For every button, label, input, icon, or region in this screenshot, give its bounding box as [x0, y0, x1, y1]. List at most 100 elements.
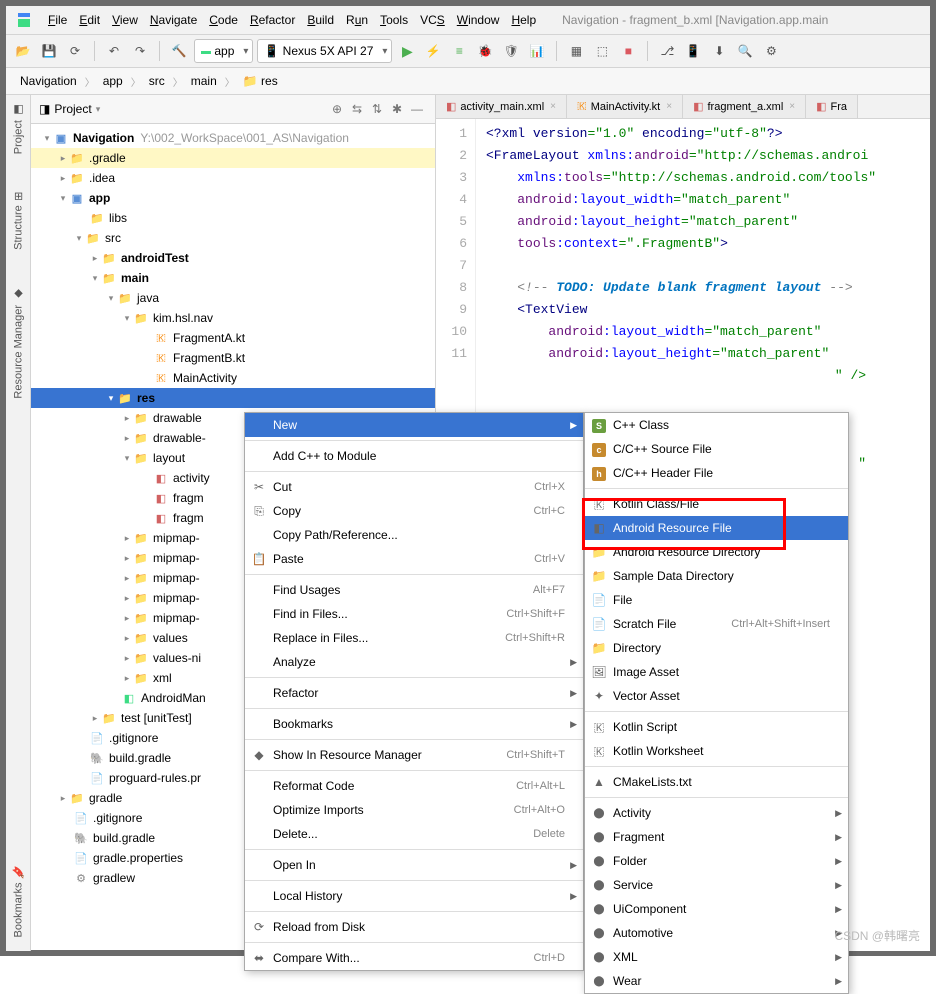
bc-2[interactable]: src [145, 72, 169, 90]
tree-mainact[interactable]: 🇰MainActivity [31, 368, 435, 388]
avd-icon[interactable]: 📱 [682, 40, 704, 62]
coverage-icon[interactable]: 🛡 [500, 40, 522, 62]
tree-root[interactable]: ▾▣NavigationY:\002_WorkSpace\001_AS\Navi… [31, 128, 435, 148]
sdk-icon[interactable]: ⬇ [708, 40, 730, 62]
sub-file[interactable]: 📄File [585, 588, 848, 612]
sub-cppclass[interactable]: SC++ Class [585, 413, 848, 437]
bc-3[interactable]: main [187, 72, 221, 90]
device-combo[interactable]: 📱 Nexus 5X API 27 [257, 39, 392, 63]
bc-4[interactable]: 📁 res [239, 72, 282, 90]
ctx-cut[interactable]: ✂CutCtrl+X [245, 475, 583, 499]
menu-view[interactable]: View [106, 11, 144, 29]
sub-aresfile[interactable]: ◧Android Resource File [585, 516, 848, 540]
sub-service[interactable]: ⬤Service▶ [585, 873, 848, 897]
ctx-reformat[interactable]: Reformat CodeCtrl+Alt+L [245, 774, 583, 798]
ctx-reload[interactable]: ⟳Reload from Disk [245, 915, 583, 939]
locate-icon[interactable]: ⊕ [327, 99, 347, 119]
sub-kws[interactable]: 🇰Kotlin Worksheet [585, 739, 848, 763]
sidetab-resmgr[interactable]: Resource Manager ◆ [10, 284, 27, 403]
tree-src[interactable]: ▾📁src [31, 228, 435, 248]
sub-sample[interactable]: 📁Sample Data Directory [585, 564, 848, 588]
ctx-analyze[interactable]: Analyze▶ [245, 650, 583, 674]
sub-scratch[interactable]: 📄Scratch FileCtrl+Alt+Shift+Insert [585, 612, 848, 636]
hammer-icon[interactable]: 🔨 [168, 40, 190, 62]
ctx-optimize[interactable]: Optimize ImportsCtrl+Alt+O [245, 798, 583, 822]
tree-java[interactable]: ▾📁java [31, 288, 435, 308]
sub-kscript[interactable]: 🇰Kotlin Script [585, 715, 848, 739]
tree-app[interactable]: ▾▣app [31, 188, 435, 208]
sub-cmake[interactable]: ▲CMakeLists.txt [585, 770, 848, 794]
ctx-openin[interactable]: Open In▶ [245, 853, 583, 877]
apply-changes-icon[interactable]: ⚡ [422, 40, 444, 62]
sub-wear[interactable]: ⬤Wear▶ [585, 969, 848, 993]
ctx-localhist[interactable]: Local History▶ [245, 884, 583, 908]
menu-edit[interactable]: Edit [73, 11, 106, 29]
hide-icon[interactable]: — [407, 99, 427, 119]
sub-activity[interactable]: ⬤Activity▶ [585, 801, 848, 825]
tree-gradle[interactable]: ▸📁.gradle [31, 148, 435, 168]
vcs-icon[interactable]: ⎇ [656, 40, 678, 62]
ctx-copypath[interactable]: Copy Path/Reference... [245, 523, 583, 547]
ctx-replacefiles[interactable]: Replace in Files...Ctrl+Shift+R [245, 626, 583, 650]
tree-main[interactable]: ▾📁main [31, 268, 435, 288]
settings-icon[interactable]: ⚙ [760, 40, 782, 62]
ctx-showres[interactable]: ◆Show In Resource ManagerCtrl+Shift+T [245, 743, 583, 767]
sub-cpphd[interactable]: hC/C++ Header File [585, 461, 848, 485]
tree-fraga-kt[interactable]: 🇰FragmentA.kt [31, 328, 435, 348]
tree-libs[interactable]: 📁libs [31, 208, 435, 228]
menu-tools[interactable]: Tools [374, 11, 414, 29]
ctx-new[interactable]: New▶ [245, 413, 583, 437]
ctx-findusages[interactable]: Find UsagesAlt+F7 [245, 578, 583, 602]
sub-cppsrc[interactable]: cC/C++ Source File [585, 437, 848, 461]
attach-debug-icon[interactable]: ⬚ [591, 40, 613, 62]
tab-fragment-a[interactable]: ◧fragment_a.xml× [683, 95, 806, 118]
app-inspect-icon[interactable]: ▦ [565, 40, 587, 62]
profile-icon[interactable]: 📊 [526, 40, 548, 62]
sync-icon[interactable]: ⟳ [64, 40, 86, 62]
ctx-paste[interactable]: 📋PasteCtrl+V [245, 547, 583, 571]
run-icon[interactable]: ▶ [396, 40, 418, 62]
menu-vcs[interactable]: VCS [414, 11, 451, 29]
sidetab-project[interactable]: Project ◨ [10, 99, 27, 158]
tab-fragment-cut[interactable]: ◧Fra [806, 95, 858, 118]
run-config-combo[interactable]: ▬ app [194, 39, 253, 63]
ctx-copy[interactable]: ⎘CopyCtrl+C [245, 499, 583, 523]
sub-vecasset[interactable]: ✦Vector Asset [585, 684, 848, 708]
menu-build[interactable]: Build [301, 11, 340, 29]
open-icon[interactable]: 📂 [12, 40, 34, 62]
debug-icon[interactable]: 🐞 [474, 40, 496, 62]
sub-kclass[interactable]: 🇰Kotlin Class/File [585, 492, 848, 516]
ctx-findfiles[interactable]: Find in Files...Ctrl+Shift+F [245, 602, 583, 626]
settings-tree-icon[interactable]: ✱ [387, 99, 407, 119]
search-icon[interactable]: 🔍 [734, 40, 756, 62]
project-combo[interactable]: Project [54, 102, 91, 116]
menu-file[interactable]: File [42, 11, 73, 29]
sub-folder[interactable]: ⬤Folder▶ [585, 849, 848, 873]
sub-uicomp[interactable]: ⬤UiComponent▶ [585, 897, 848, 921]
tab-mainactivity[interactable]: 🇰MainActivity.kt× [567, 95, 683, 118]
tree-androidtest[interactable]: ▸📁androidTest [31, 248, 435, 268]
menu-window[interactable]: Window [451, 11, 506, 29]
sidetab-structure[interactable]: Structure ⊞ [10, 188, 27, 254]
sub-fragment[interactable]: ⬤Fragment▶ [585, 825, 848, 849]
save-icon[interactable]: 💾 [38, 40, 60, 62]
menu-run[interactable]: Run [340, 11, 374, 29]
tab-activity-main[interactable]: ◧activity_main.xml× [436, 95, 567, 118]
ctx-refactor[interactable]: Refactor▶ [245, 681, 583, 705]
redo-icon[interactable]: ↷ [129, 40, 151, 62]
sub-aresdir[interactable]: 📁Android Resource Directory [585, 540, 848, 564]
menu-code[interactable]: Code [203, 11, 244, 29]
ctx-bookmarks[interactable]: Bookmarks▶ [245, 712, 583, 736]
menu-navigate[interactable]: Navigate [144, 11, 203, 29]
sidetab-bookmarks[interactable]: Bookmarks 🔖 [10, 861, 27, 941]
ctx-delete[interactable]: Delete...Delete [245, 822, 583, 846]
undo-icon[interactable]: ↶ [103, 40, 125, 62]
tree-pkg[interactable]: ▾📁kim.hsl.nav [31, 308, 435, 328]
menu-refactor[interactable]: Refactor [244, 11, 301, 29]
expand-icon[interactable]: ⇆ [347, 99, 367, 119]
sub-dir[interactable]: 📁Directory [585, 636, 848, 660]
sub-auto[interactable]: ⬤Automotive▶ [585, 921, 848, 945]
ctx-addcpp[interactable]: Add C++ to Module [245, 444, 583, 468]
sub-xml[interactable]: ⬤XML▶ [585, 945, 848, 969]
bc-1[interactable]: app [99, 72, 127, 90]
